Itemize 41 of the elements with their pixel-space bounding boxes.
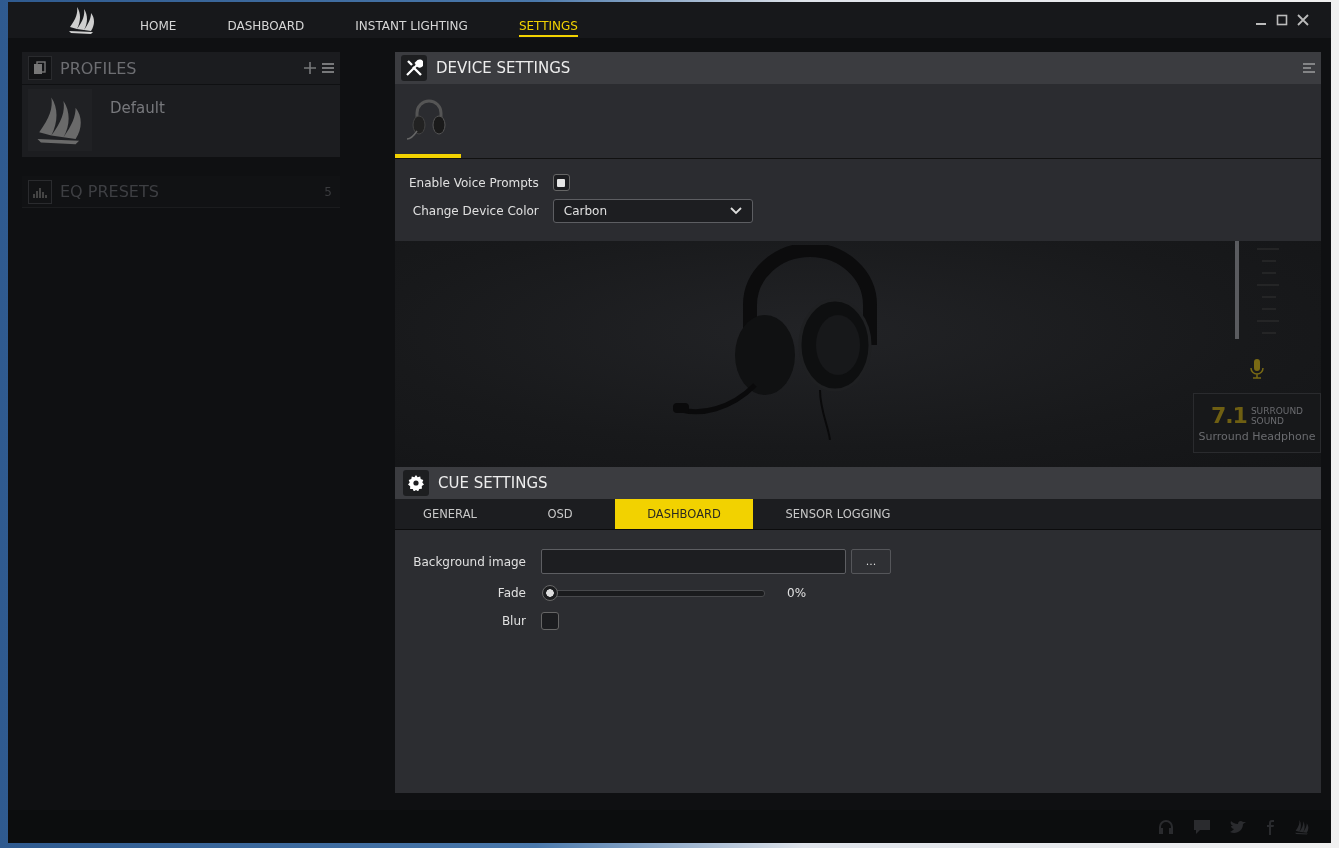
settings-icon	[408, 475, 424, 491]
surround-mode-label: Surround Headphone	[1198, 430, 1316, 443]
microphone-icon[interactable]	[1250, 359, 1264, 379]
voice-prompts-label: Enable Voice Prompts	[409, 175, 539, 190]
device-color-dropdown[interactable]: Carbon	[552, 199, 753, 223]
menu-icon[interactable]	[322, 62, 334, 74]
voice-prompts-checkbox[interactable]	[552, 174, 570, 191]
background-image-field[interactable]	[541, 549, 846, 574]
sound-caption: SOUND	[1250, 415, 1285, 426]
cue-tab[interactable]: DASHBOARD	[615, 499, 753, 529]
nav-tab[interactable]: HOME	[140, 2, 177, 38]
background-image-label: Background image	[412, 554, 526, 569]
tools-icon	[405, 59, 423, 77]
fade-label: Fade	[496, 586, 526, 600]
cue-tab[interactable]: SENSOR LOGGING	[753, 499, 923, 529]
device-color-label: Change Device Color	[411, 204, 539, 218]
equalizer-icon	[28, 179, 52, 204]
chevron-down-icon	[729, 207, 742, 215]
close-icon[interactable]	[1297, 14, 1309, 26]
surround-number: 7.1	[1210, 403, 1247, 428]
pages-icon	[28, 56, 52, 80]
menu-icon[interactable]	[1303, 63, 1315, 73]
cue-tab[interactable]: GENERAL	[395, 499, 505, 529]
nav-tab[interactable]: DASHBOARD	[227, 2, 305, 38]
panel-title: CUE SETTINGS	[438, 474, 548, 492]
profile-item[interactable]: Default	[22, 85, 340, 157]
surround-caption: SURROUND	[1250, 405, 1304, 416]
blur-checkbox[interactable]	[541, 612, 559, 630]
volume-track[interactable]	[1235, 241, 1239, 339]
blur-label: Blur	[500, 614, 526, 628]
fade-value: 0%	[787, 586, 807, 600]
profiles-title: PROFILES	[60, 58, 138, 78]
maximize-icon[interactable]	[1276, 14, 1288, 26]
nav-tab[interactable]: SETTINGS	[518, 2, 578, 38]
sails-logo-icon	[68, 5, 96, 35]
browse-button[interactable]: ...	[851, 549, 891, 574]
cue-tab[interactable]: OSD	[505, 499, 615, 529]
nav-tab[interactable]: INSTANT LIGHTING	[355, 2, 468, 38]
panel-title: DEVICE SETTINGS	[436, 59, 572, 77]
slider-thumb[interactable]	[542, 585, 558, 601]
plus-icon[interactable]	[304, 62, 316, 74]
